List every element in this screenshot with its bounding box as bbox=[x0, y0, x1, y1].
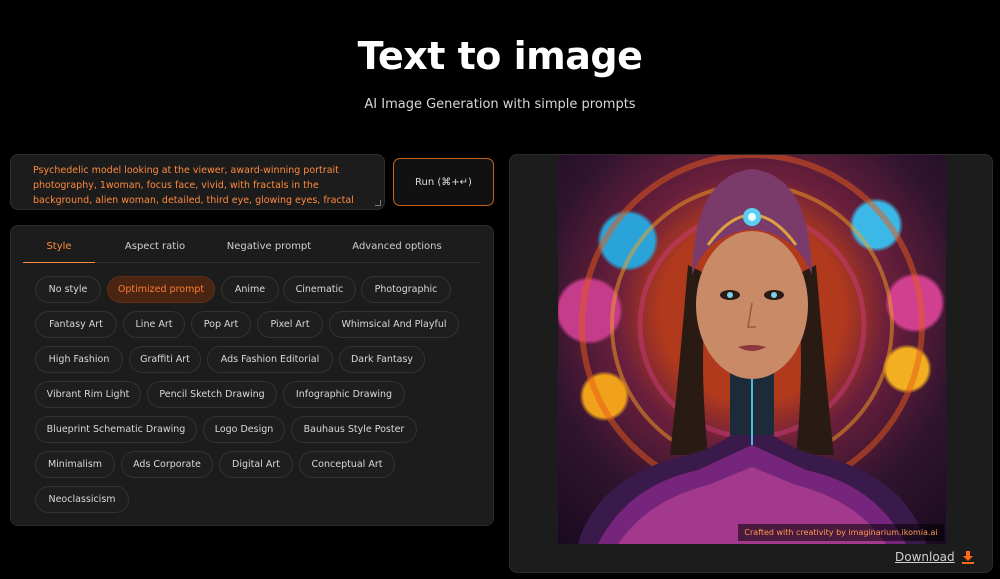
tab-aspect-ratio[interactable]: Aspect ratio bbox=[103, 236, 207, 263]
run-button[interactable]: Run (⌘+↵) bbox=[393, 158, 494, 206]
style-chip-photographic[interactable]: Photographic bbox=[361, 276, 451, 303]
style-chip-anime[interactable]: Anime bbox=[221, 276, 279, 303]
result-panel: Crafted with creativity by imaginarium.i… bbox=[509, 154, 993, 573]
tab-negative-prompt[interactable]: Negative prompt bbox=[211, 236, 327, 263]
style-chip-neoclassicism[interactable]: Neoclassicism bbox=[35, 486, 129, 513]
style-chip-optimized-prompt[interactable]: Optimized prompt bbox=[107, 276, 215, 303]
portrait-illustration bbox=[578, 155, 926, 544]
style-chip-cinematic[interactable]: Cinematic bbox=[283, 276, 356, 303]
tab-style[interactable]: Style bbox=[23, 236, 95, 263]
prompt-input[interactable]: Psychedelic model looking at the viewer,… bbox=[33, 163, 364, 205]
download-label: Download bbox=[895, 550, 955, 564]
tab-advanced-options[interactable]: Advanced options bbox=[333, 236, 461, 263]
style-chip-no-style[interactable]: No style bbox=[35, 276, 101, 303]
style-chip-dark-fantasy[interactable]: Dark Fantasy bbox=[339, 346, 425, 373]
style-chip-ads-corporate[interactable]: Ads Corporate bbox=[121, 451, 213, 478]
style-chip-bauhaus-style-poster[interactable]: Bauhaus Style Poster bbox=[291, 416, 417, 443]
style-chip-pencil-sketch-drawing[interactable]: Pencil Sketch Drawing bbox=[147, 381, 277, 408]
style-chip-digital-art[interactable]: Digital Art bbox=[219, 451, 293, 478]
style-chip-fantasy-art[interactable]: Fantasy Art bbox=[35, 311, 117, 338]
watermark-caption: Crafted with creativity by imaginarium.i… bbox=[738, 524, 944, 541]
options-tabs: Style Aspect ratio Negative prompt Advan… bbox=[23, 236, 481, 263]
style-chip-pop-art[interactable]: Pop Art bbox=[191, 311, 251, 338]
style-chip-blueprint-schematic-drawing[interactable]: Blueprint Schematic Drawing bbox=[35, 416, 197, 443]
page-subtitle: AI Image Generation with simple prompts bbox=[364, 97, 636, 112]
page-title: Text to image bbox=[357, 34, 643, 78]
style-chip-graffiti-art[interactable]: Graffiti Art bbox=[129, 346, 201, 373]
style-chip-vibrant-rim-light[interactable]: Vibrant Rim Light bbox=[35, 381, 141, 408]
style-chip-minimalism[interactable]: Minimalism bbox=[35, 451, 115, 478]
style-chip-whimsical-and-playful[interactable]: Whimsical And Playful bbox=[329, 311, 459, 338]
style-chip-high-fashion[interactable]: High Fashion bbox=[35, 346, 123, 373]
style-chip-ads-fashion-editorial[interactable]: Ads Fashion Editorial bbox=[207, 346, 333, 373]
resize-handle[interactable] bbox=[375, 200, 381, 206]
style-chip-logo-design[interactable]: Logo Design bbox=[203, 416, 285, 443]
style-chip-pixel-art[interactable]: Pixel Art bbox=[257, 311, 323, 338]
style-chip-infographic-drawing[interactable]: Infographic Drawing bbox=[283, 381, 405, 408]
prompt-container: Psychedelic model looking at the viewer,… bbox=[10, 154, 385, 210]
generated-image: Crafted with creativity by imaginarium.i… bbox=[558, 155, 946, 544]
download-icon[interactable] bbox=[961, 550, 975, 564]
style-chip-line-art[interactable]: Line Art bbox=[123, 311, 185, 338]
download-link[interactable]: Download bbox=[895, 550, 975, 564]
style-chip-conceptual-art[interactable]: Conceptual Art bbox=[299, 451, 395, 478]
options-panel: Style Aspect ratio Negative prompt Advan… bbox=[10, 225, 494, 526]
